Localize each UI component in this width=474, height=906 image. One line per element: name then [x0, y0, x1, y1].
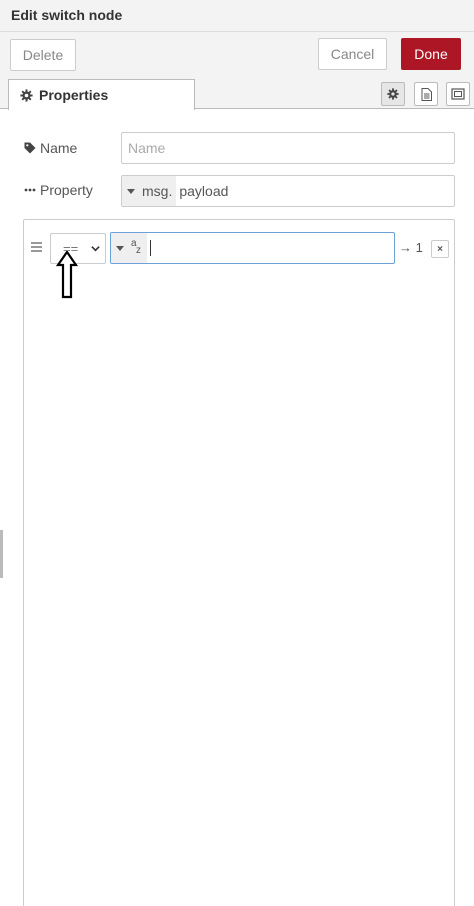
name-row: Name: [24, 140, 77, 156]
rules-list: [23, 219, 455, 906]
remove-rule-button[interactable]: ×: [431, 240, 449, 258]
name-input-wrap: [121, 132, 455, 164]
done-button[interactable]: Done: [401, 38, 461, 70]
delete-button[interactable]: Delete: [10, 39, 76, 71]
appearance-tab-button[interactable]: [446, 82, 470, 106]
output-port-label: → 1: [399, 240, 423, 255]
frame-icon: [451, 88, 465, 100]
chevron-down-icon: [91, 246, 100, 252]
drag-handle-icon[interactable]: [31, 242, 42, 252]
rule-value-input[interactable]: az: [110, 232, 395, 264]
tray-title: Edit switch node: [11, 7, 123, 23]
cancel-button[interactable]: Cancel: [318, 38, 387, 70]
text-cursor: [150, 240, 151, 256]
property-value[interactable]: payload: [176, 176, 228, 206]
tray-toolbar: Delete Cancel Done: [0, 32, 474, 78]
property-type-selector[interactable]: msg.: [122, 176, 177, 206]
tab-label: Properties: [39, 87, 109, 103]
description-tab-button[interactable]: [414, 82, 438, 106]
resize-handle[interactable]: [0, 530, 3, 578]
caret-down-icon: [116, 245, 124, 251]
document-icon: [421, 87, 432, 101]
string-type-icon: az: [131, 238, 141, 256]
property-label: Property: [40, 182, 93, 198]
annotation-arrow-icon: [56, 251, 78, 299]
gear-icon: [20, 88, 33, 102]
property-type-label: msg.: [142, 183, 173, 199]
tabs-bar: Properties: [0, 78, 474, 110]
ellipsis-icon: [24, 188, 36, 192]
gear-icon: [387, 88, 399, 100]
tag-icon: [24, 142, 36, 154]
property-row: Property: [24, 182, 93, 198]
caret-down-icon: [127, 188, 135, 194]
name-label: Name: [40, 140, 78, 156]
property-typed-input[interactable]: msg. payload: [121, 175, 455, 207]
settings-tab-button[interactable]: [381, 82, 405, 106]
rule-type-selector[interactable]: az: [111, 233, 147, 263]
tray-header: Edit switch node: [0, 0, 474, 32]
tab-properties[interactable]: Properties: [8, 79, 195, 110]
name-input[interactable]: [122, 133, 454, 163]
